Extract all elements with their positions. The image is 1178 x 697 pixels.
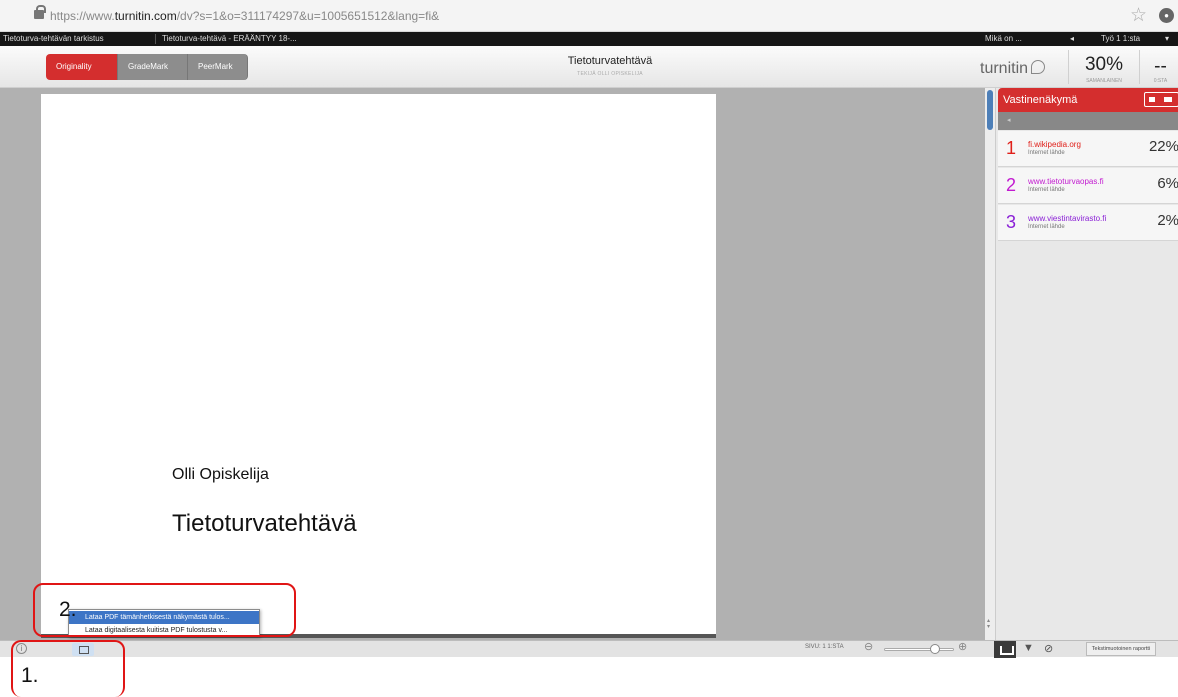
zoom-slider[interactable] [884,648,954,651]
turnitin-logo-text: turnitin [980,60,1029,77]
lock-icon [34,5,46,19]
url-rest: /dv?s=1&o=311174297&u=1005651512&lang=fi… [176,9,440,23]
match-source[interactable]: www.viestintavirasto.fi [1028,214,1106,223]
originality-tab[interactable]: Originality [46,54,118,80]
zoom-in-icon[interactable]: ⊕ [958,640,967,653]
match-source[interactable]: www.tietoturvaopas.fi [1028,177,1104,186]
work-counter: Työ 1 1:sta [1101,34,1141,43]
exclude-icon[interactable]: ⊘ [1044,642,1053,655]
match-number: 1 [1006,138,1017,158]
grade-score[interactable]: -- [1143,56,1178,78]
extension-icon[interactable]: ● [1159,8,1174,23]
top-toolbar: Originality GradeMark PeerMark Tietoturv… [0,46,1178,88]
page-indicator: SIVU: 1 1:STA [805,644,844,650]
work-dropdown-icon[interactable]: ▾ [1165,32,1169,46]
peermark-tab[interactable]: PeerMark [188,54,248,80]
match-type: Internet lähde [1028,224,1065,230]
scroll-thumb[interactable] [987,90,993,130]
grade-label: 0:STA [1153,78,1168,84]
text-report-button[interactable]: Tekstimuotoinen raportti [1086,642,1156,656]
match-nav-bar: ◂ [998,112,1178,130]
match-percent: 22% [1148,138,1178,155]
toolbar-divider [1139,50,1140,84]
browser-address-bar: https://www.turnitin.com/dv?s=1&o=311174… [0,0,1178,32]
annotation-label-1: 1. [21,664,39,687]
match-source[interactable]: fi.wikipedia.org [1028,140,1081,149]
bookmark-star-icon[interactable]: ☆ [1130,4,1147,27]
match-overview-panel: Vastinenäkymä ◂ 1 fi.wikipedia.org Inter… [995,88,1178,640]
mode-switcher: Originality GradeMark PeerMark [46,54,248,80]
match-percent: 6% [1157,175,1178,192]
page-title: Tietoturvatehtävä [172,510,357,537]
match-overview-title: Vastinenäkymä [1003,94,1078,106]
toolbar-divider [1068,50,1069,84]
assignment-tab-bar: Tietoturva-tehtävän tarkistus Tietoturva… [0,32,1178,46]
document-author: TEKIJÄ OLLI OPISKELIJA [577,71,643,77]
url-prefix: https://www. [50,9,115,23]
match-prev-arrow[interactable]: ◂ [1007,116,1011,124]
match-item[interactable]: 2 www.tietoturvaopas.fi Internet lähde 6… [998,168,1178,204]
match-item[interactable]: 1 fi.wikipedia.org Internet lähde 22% [998,131,1178,167]
match-item[interactable]: 3 www.viestintavirasto.fi Internet lähde… [998,205,1178,241]
match-type: Internet lähde [1028,187,1065,193]
url-field[interactable]: https://www.turnitin.com/dv?s=1&o=311174… [50,9,439,23]
match-number: 2 [1006,175,1017,195]
page-author: Olli Opiskelija [172,466,269,483]
turnitin-logo: turnitin [980,60,1046,78]
match-overview-icon[interactable] [994,641,1016,658]
similarity-label: SAMANLAINEN [1086,78,1122,84]
match-percent: 2% [1157,212,1178,229]
match-type: Internet lähde [1028,150,1065,156]
match-overview-header: Vastinenäkymä [998,88,1178,112]
turnitin-logo-icon [1031,60,1046,74]
prev-work-arrow[interactable]: ◂ [1070,32,1074,46]
tab-assignment-due[interactable]: Tietoturva-tehtävä - ERÄÄNTYY 18-... [162,32,297,46]
scroll-arrows-icon[interactable]: ▴ ▾ [987,618,990,630]
filter-icon[interactable]: ▼ [1023,642,1034,654]
tab-assignment-check[interactable]: Tietoturva-tehtävän tarkistus [3,32,104,46]
document-title: Tietoturvatehtävä [567,55,653,67]
similarity-score[interactable]: 30% [1074,54,1134,76]
url-domain: turnitin.com [114,9,177,23]
help-link[interactable]: Mikä on ... [985,32,1022,46]
document-scrollbar[interactable]: ▴ ▾ [985,88,995,640]
annotation-label-2: 2. [59,598,77,621]
document-viewer: Olli Opiskelija Tietoturvatehtävä [0,88,985,640]
tab-separator [155,34,156,44]
zoom-slider-handle[interactable] [930,644,940,654]
zoom-out-icon[interactable]: ⊖ [864,640,873,653]
document-page: Olli Opiskelija Tietoturvatehtävä [41,94,716,634]
panel-bottom-toolbar: ▼ ⊘ Tekstimuotoinen raportti [988,640,1178,658]
grademark-tab[interactable]: GradeMark [118,54,188,80]
view-toggle-icon[interactable] [1144,92,1178,107]
match-number: 3 [1006,212,1017,232]
